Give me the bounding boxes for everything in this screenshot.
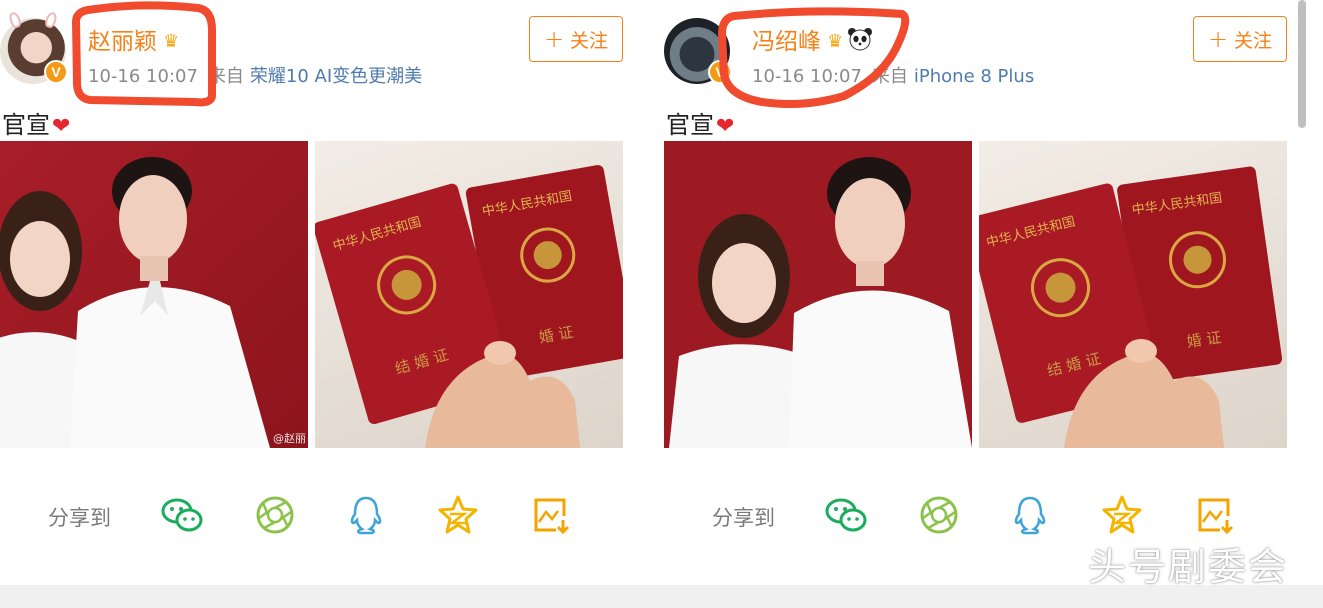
qzone-icon[interactable] bbox=[1100, 494, 1144, 536]
weibo-post-feng: V 冯绍峰 ♛ 10-16 10:07 来自 iPhone 8 Plus + 关注 官… bbox=[664, 0, 1289, 585]
follow-button[interactable]: + 关注 bbox=[1193, 16, 1287, 62]
verified-badge-icon: V bbox=[708, 60, 732, 84]
device-link[interactable]: iPhone 8 Plus bbox=[914, 66, 1034, 87]
wechat-icon[interactable] bbox=[824, 494, 868, 536]
username-text[interactable]: 赵丽颖 bbox=[88, 29, 157, 55]
username-text[interactable]: 冯绍峰 bbox=[752, 29, 821, 55]
heart-icon: ❤ bbox=[716, 114, 735, 139]
post-time: 10-16 10:07 bbox=[88, 66, 198, 87]
red-annotation-circle bbox=[718, 7, 910, 108]
post-photo-marriage-certificates[interactable]: 中华人民共和国 婚 证 中华人民共和国 结 婚 证 bbox=[979, 141, 1287, 448]
post-meta: 10-16 10:07 来自 荣耀10 AI变色更潮美 bbox=[88, 62, 422, 88]
share-bar: 分享到 bbox=[0, 492, 625, 538]
username[interactable]: 赵丽颖 ♛ bbox=[88, 22, 179, 56]
moments-icon[interactable] bbox=[253, 494, 297, 536]
crown-icon: ♛ bbox=[163, 31, 180, 52]
username[interactable]: 冯绍峰 ♛ bbox=[752, 22, 873, 56]
plus-icon: + bbox=[1207, 25, 1229, 53]
plus-icon: + bbox=[543, 25, 565, 53]
post-photo-couple[interactable] bbox=[664, 141, 972, 448]
share-label: 分享到 bbox=[48, 506, 111, 530]
follow-label: 关注 bbox=[570, 29, 609, 52]
avatar[interactable]: V bbox=[664, 18, 732, 84]
follow-button[interactable]: + 关注 bbox=[529, 16, 623, 62]
verified-badge-icon: V bbox=[44, 60, 68, 84]
qq-icon[interactable] bbox=[1008, 494, 1052, 536]
post-photo-marriage-certificates[interactable]: 中华人民共和国 婚 证 中华人民共和国 结 婚 证 bbox=[315, 141, 623, 448]
scrollbar[interactable] bbox=[1298, 0, 1306, 128]
save-image-icon[interactable] bbox=[530, 494, 574, 536]
weibo-post-zhao: V 赵丽颖 ♛ 10-16 10:07 来自 荣耀10 AI变色更潮美 + 关注 官宣… bbox=[0, 0, 625, 585]
post-text-content: 官宣 bbox=[666, 111, 714, 139]
brand-watermark: 头号剧委会 bbox=[1088, 545, 1289, 589]
follow-label: 关注 bbox=[1234, 29, 1273, 52]
qzone-icon[interactable] bbox=[436, 494, 480, 536]
moments-icon[interactable] bbox=[917, 494, 961, 536]
panda-icon bbox=[848, 28, 873, 51]
qq-icon[interactable] bbox=[344, 494, 388, 536]
post-text-content: 官宣 bbox=[2, 111, 50, 139]
post-text: 官宣❤ bbox=[666, 105, 734, 140]
post-photo-couple[interactable]: @赵丽 bbox=[0, 141, 308, 448]
avatar[interactable]: V bbox=[0, 10, 68, 84]
bunny-ears-decoration bbox=[6, 10, 60, 30]
crown-icon: ♛ bbox=[827, 31, 844, 52]
device-link[interactable]: 荣耀10 AI变色更潮美 bbox=[250, 66, 422, 87]
post-meta: 10-16 10:07 来自 iPhone 8 Plus bbox=[752, 62, 1034, 88]
wechat-icon[interactable] bbox=[160, 494, 204, 536]
from-label: 来自 bbox=[871, 66, 908, 87]
image-watermark: @赵丽 bbox=[273, 432, 306, 445]
save-image-icon[interactable] bbox=[1194, 494, 1238, 536]
from-label: 来自 bbox=[207, 66, 244, 87]
post-text: 官宣❤ bbox=[2, 105, 70, 140]
share-label: 分享到 bbox=[712, 506, 775, 530]
post-time: 10-16 10:07 bbox=[752, 66, 862, 87]
heart-icon: ❤ bbox=[52, 114, 71, 139]
share-bar: 分享到 bbox=[664, 492, 1289, 538]
